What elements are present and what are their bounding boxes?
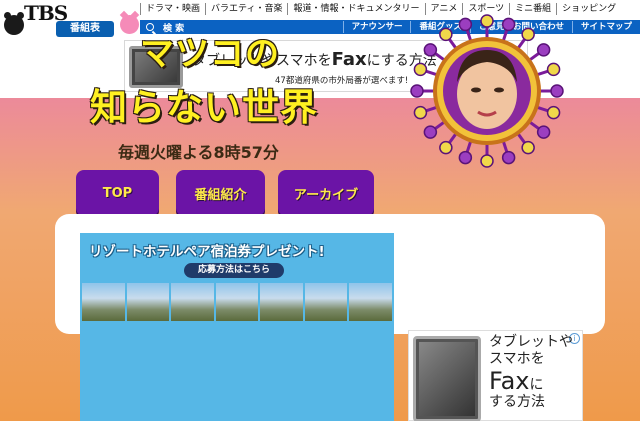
hotel-photos bbox=[80, 283, 394, 321]
title-line-2: 知らない世界 bbox=[90, 86, 318, 129]
hotel-photo bbox=[126, 283, 170, 321]
hotel-photo bbox=[304, 283, 348, 321]
host-face-illustration bbox=[408, 12, 566, 170]
nav-top-button[interactable]: TOP bbox=[76, 170, 159, 216]
nav-program-intro-button[interactable]: 番組紹介 bbox=[176, 170, 265, 216]
broadcast-schedule: 毎週火曜よる8時57分 bbox=[118, 143, 279, 162]
title-line-1: マツコの bbox=[140, 34, 280, 74]
hotel-photo bbox=[349, 283, 393, 321]
sitemap-link[interactable]: サイトマップ bbox=[571, 21, 640, 33]
nav-archive-button[interactable]: アーカイブ bbox=[278, 170, 374, 216]
genre-link-drama[interactable]: ドラマ・映画 bbox=[140, 3, 205, 15]
hotel-photo bbox=[82, 283, 125, 321]
tablet-image bbox=[413, 336, 481, 421]
hotel-photo bbox=[171, 283, 214, 321]
present-title: リゾートホテルペア宿泊券プレゼント! bbox=[89, 244, 325, 260]
genre-link-variety[interactable]: バラエティ・音楽 bbox=[205, 3, 287, 15]
show-title: マツコの 知らない世界 毎週火曜よる8時57分 bbox=[90, 26, 380, 163]
present-campaign-banner[interactable]: リゾートホテルペア宿泊券プレゼント! 応募方法はこちら bbox=[80, 233, 394, 421]
apply-button[interactable]: 応募方法はこちら bbox=[184, 263, 284, 278]
genre-link-news[interactable]: 報道・情報・ドキュメンタリー bbox=[287, 3, 424, 15]
hotel-photo bbox=[260, 283, 303, 321]
efax-side-ad[interactable]: i タブレットや スマホを Faxに する方法 bbox=[408, 330, 583, 421]
side-ad-text: タブレットや スマホを Faxに する方法 bbox=[489, 334, 573, 410]
bear-mascot-icon bbox=[4, 12, 24, 35]
page: TBS 番組表 ドラマ・映画 バラエティ・音楽 報道・情報・ドキュメンタリー ア… bbox=[0, 0, 640, 421]
hotel-photo bbox=[215, 283, 259, 321]
